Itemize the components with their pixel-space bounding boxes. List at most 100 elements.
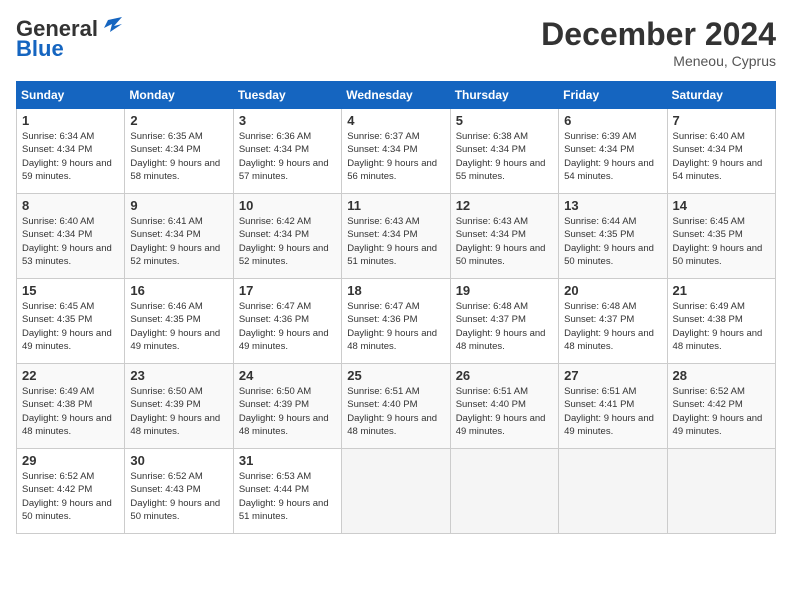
calendar-cell: 23 Sunrise: 6:50 AMSunset: 4:39 PMDaylig… (125, 364, 233, 449)
day-info: Sunrise: 6:45 AMSunset: 4:35 PMDaylight:… (22, 301, 112, 352)
day-info: Sunrise: 6:52 AMSunset: 4:42 PMDaylight:… (673, 386, 763, 437)
day-number: 18 (347, 283, 444, 298)
day-info: Sunrise: 6:47 AMSunset: 4:36 PMDaylight:… (239, 301, 329, 352)
calendar-cell: 21 Sunrise: 6:49 AMSunset: 4:38 PMDaylig… (667, 279, 775, 364)
calendar-cell: 28 Sunrise: 6:52 AMSunset: 4:42 PMDaylig… (667, 364, 775, 449)
day-number: 4 (347, 113, 444, 128)
logo-bird-icon (100, 16, 122, 38)
day-number: 11 (347, 198, 444, 213)
day-number: 19 (456, 283, 553, 298)
day-number: 29 (22, 453, 119, 468)
calendar-cell: 4 Sunrise: 6:37 AMSunset: 4:34 PMDayligh… (342, 109, 450, 194)
calendar-cell: 22 Sunrise: 6:49 AMSunset: 4:38 PMDaylig… (17, 364, 125, 449)
day-info: Sunrise: 6:47 AMSunset: 4:36 PMDaylight:… (347, 301, 437, 352)
day-number: 20 (564, 283, 661, 298)
calendar-cell: 5 Sunrise: 6:38 AMSunset: 4:34 PMDayligh… (450, 109, 558, 194)
page-header: General Blue December 2024 Meneou, Cypru… (16, 16, 776, 69)
day-number: 12 (456, 198, 553, 213)
calendar-cell (559, 449, 667, 534)
calendar-cell: 18 Sunrise: 6:47 AMSunset: 4:36 PMDaylig… (342, 279, 450, 364)
day-number: 17 (239, 283, 336, 298)
day-info: Sunrise: 6:38 AMSunset: 4:34 PMDaylight:… (456, 131, 546, 182)
day-info: Sunrise: 6:53 AMSunset: 4:44 PMDaylight:… (239, 471, 329, 522)
calendar-cell: 12 Sunrise: 6:43 AMSunset: 4:34 PMDaylig… (450, 194, 558, 279)
day-number: 25 (347, 368, 444, 383)
column-header-sunday: Sunday (17, 82, 125, 109)
day-number: 24 (239, 368, 336, 383)
logo-text-blue: Blue (16, 36, 64, 62)
day-info: Sunrise: 6:50 AMSunset: 4:39 PMDaylight:… (130, 386, 220, 437)
column-header-friday: Friday (559, 82, 667, 109)
calendar-cell: 6 Sunrise: 6:39 AMSunset: 4:34 PMDayligh… (559, 109, 667, 194)
calendar-cell: 17 Sunrise: 6:47 AMSunset: 4:36 PMDaylig… (233, 279, 341, 364)
day-info: Sunrise: 6:36 AMSunset: 4:34 PMDaylight:… (239, 131, 329, 182)
day-info: Sunrise: 6:52 AMSunset: 4:42 PMDaylight:… (22, 471, 112, 522)
calendar-cell: 19 Sunrise: 6:48 AMSunset: 4:37 PMDaylig… (450, 279, 558, 364)
calendar-cell: 13 Sunrise: 6:44 AMSunset: 4:35 PMDaylig… (559, 194, 667, 279)
day-info: Sunrise: 6:43 AMSunset: 4:34 PMDaylight:… (347, 216, 437, 267)
day-number: 21 (673, 283, 770, 298)
calendar-cell: 10 Sunrise: 6:42 AMSunset: 4:34 PMDaylig… (233, 194, 341, 279)
day-info: Sunrise: 6:51 AMSunset: 4:40 PMDaylight:… (456, 386, 546, 437)
title-section: December 2024 Meneou, Cyprus (541, 16, 776, 69)
column-header-thursday: Thursday (450, 82, 558, 109)
calendar-cell: 2 Sunrise: 6:35 AMSunset: 4:34 PMDayligh… (125, 109, 233, 194)
calendar-header-row: SundayMondayTuesdayWednesdayThursdayFrid… (17, 82, 776, 109)
column-header-monday: Monday (125, 82, 233, 109)
calendar-table: SundayMondayTuesdayWednesdayThursdayFrid… (16, 81, 776, 534)
calendar-week-4: 22 Sunrise: 6:49 AMSunset: 4:38 PMDaylig… (17, 364, 776, 449)
calendar-cell: 9 Sunrise: 6:41 AMSunset: 4:34 PMDayligh… (125, 194, 233, 279)
day-info: Sunrise: 6:42 AMSunset: 4:34 PMDaylight:… (239, 216, 329, 267)
day-number: 26 (456, 368, 553, 383)
day-number: 2 (130, 113, 227, 128)
day-info: Sunrise: 6:41 AMSunset: 4:34 PMDaylight:… (130, 216, 220, 267)
day-info: Sunrise: 6:34 AMSunset: 4:34 PMDaylight:… (22, 131, 112, 182)
day-number: 8 (22, 198, 119, 213)
calendar-cell: 25 Sunrise: 6:51 AMSunset: 4:40 PMDaylig… (342, 364, 450, 449)
day-info: Sunrise: 6:51 AMSunset: 4:40 PMDaylight:… (347, 386, 437, 437)
calendar-cell: 14 Sunrise: 6:45 AMSunset: 4:35 PMDaylig… (667, 194, 775, 279)
logo: General Blue (16, 16, 122, 62)
day-number: 10 (239, 198, 336, 213)
calendar-cell: 27 Sunrise: 6:51 AMSunset: 4:41 PMDaylig… (559, 364, 667, 449)
day-info: Sunrise: 6:39 AMSunset: 4:34 PMDaylight:… (564, 131, 654, 182)
day-number: 16 (130, 283, 227, 298)
day-info: Sunrise: 6:37 AMSunset: 4:34 PMDaylight:… (347, 131, 437, 182)
calendar-week-5: 29 Sunrise: 6:52 AMSunset: 4:42 PMDaylig… (17, 449, 776, 534)
day-info: Sunrise: 6:51 AMSunset: 4:41 PMDaylight:… (564, 386, 654, 437)
location: Meneou, Cyprus (541, 53, 776, 69)
calendar-cell (450, 449, 558, 534)
calendar-cell: 29 Sunrise: 6:52 AMSunset: 4:42 PMDaylig… (17, 449, 125, 534)
day-number: 28 (673, 368, 770, 383)
day-info: Sunrise: 6:40 AMSunset: 4:34 PMDaylight:… (22, 216, 112, 267)
day-info: Sunrise: 6:44 AMSunset: 4:35 PMDaylight:… (564, 216, 654, 267)
day-info: Sunrise: 6:48 AMSunset: 4:37 PMDaylight:… (456, 301, 546, 352)
calendar-cell: 15 Sunrise: 6:45 AMSunset: 4:35 PMDaylig… (17, 279, 125, 364)
calendar-cell: 31 Sunrise: 6:53 AMSunset: 4:44 PMDaylig… (233, 449, 341, 534)
day-info: Sunrise: 6:40 AMSunset: 4:34 PMDaylight:… (673, 131, 763, 182)
calendar-cell: 7 Sunrise: 6:40 AMSunset: 4:34 PMDayligh… (667, 109, 775, 194)
day-number: 31 (239, 453, 336, 468)
calendar-cell (667, 449, 775, 534)
day-number: 23 (130, 368, 227, 383)
calendar-cell: 16 Sunrise: 6:46 AMSunset: 4:35 PMDaylig… (125, 279, 233, 364)
calendar-cell: 8 Sunrise: 6:40 AMSunset: 4:34 PMDayligh… (17, 194, 125, 279)
calendar-week-2: 8 Sunrise: 6:40 AMSunset: 4:34 PMDayligh… (17, 194, 776, 279)
day-info: Sunrise: 6:46 AMSunset: 4:35 PMDaylight:… (130, 301, 220, 352)
day-number: 27 (564, 368, 661, 383)
day-info: Sunrise: 6:35 AMSunset: 4:34 PMDaylight:… (130, 131, 220, 182)
column-header-wednesday: Wednesday (342, 82, 450, 109)
calendar-cell (342, 449, 450, 534)
day-number: 6 (564, 113, 661, 128)
calendar-cell: 1 Sunrise: 6:34 AMSunset: 4:34 PMDayligh… (17, 109, 125, 194)
day-number: 5 (456, 113, 553, 128)
day-number: 13 (564, 198, 661, 213)
calendar-cell: 24 Sunrise: 6:50 AMSunset: 4:39 PMDaylig… (233, 364, 341, 449)
calendar-cell: 26 Sunrise: 6:51 AMSunset: 4:40 PMDaylig… (450, 364, 558, 449)
calendar-cell: 11 Sunrise: 6:43 AMSunset: 4:34 PMDaylig… (342, 194, 450, 279)
day-number: 14 (673, 198, 770, 213)
day-info: Sunrise: 6:50 AMSunset: 4:39 PMDaylight:… (239, 386, 329, 437)
day-number: 9 (130, 198, 227, 213)
day-number: 7 (673, 113, 770, 128)
calendar-cell: 30 Sunrise: 6:52 AMSunset: 4:43 PMDaylig… (125, 449, 233, 534)
